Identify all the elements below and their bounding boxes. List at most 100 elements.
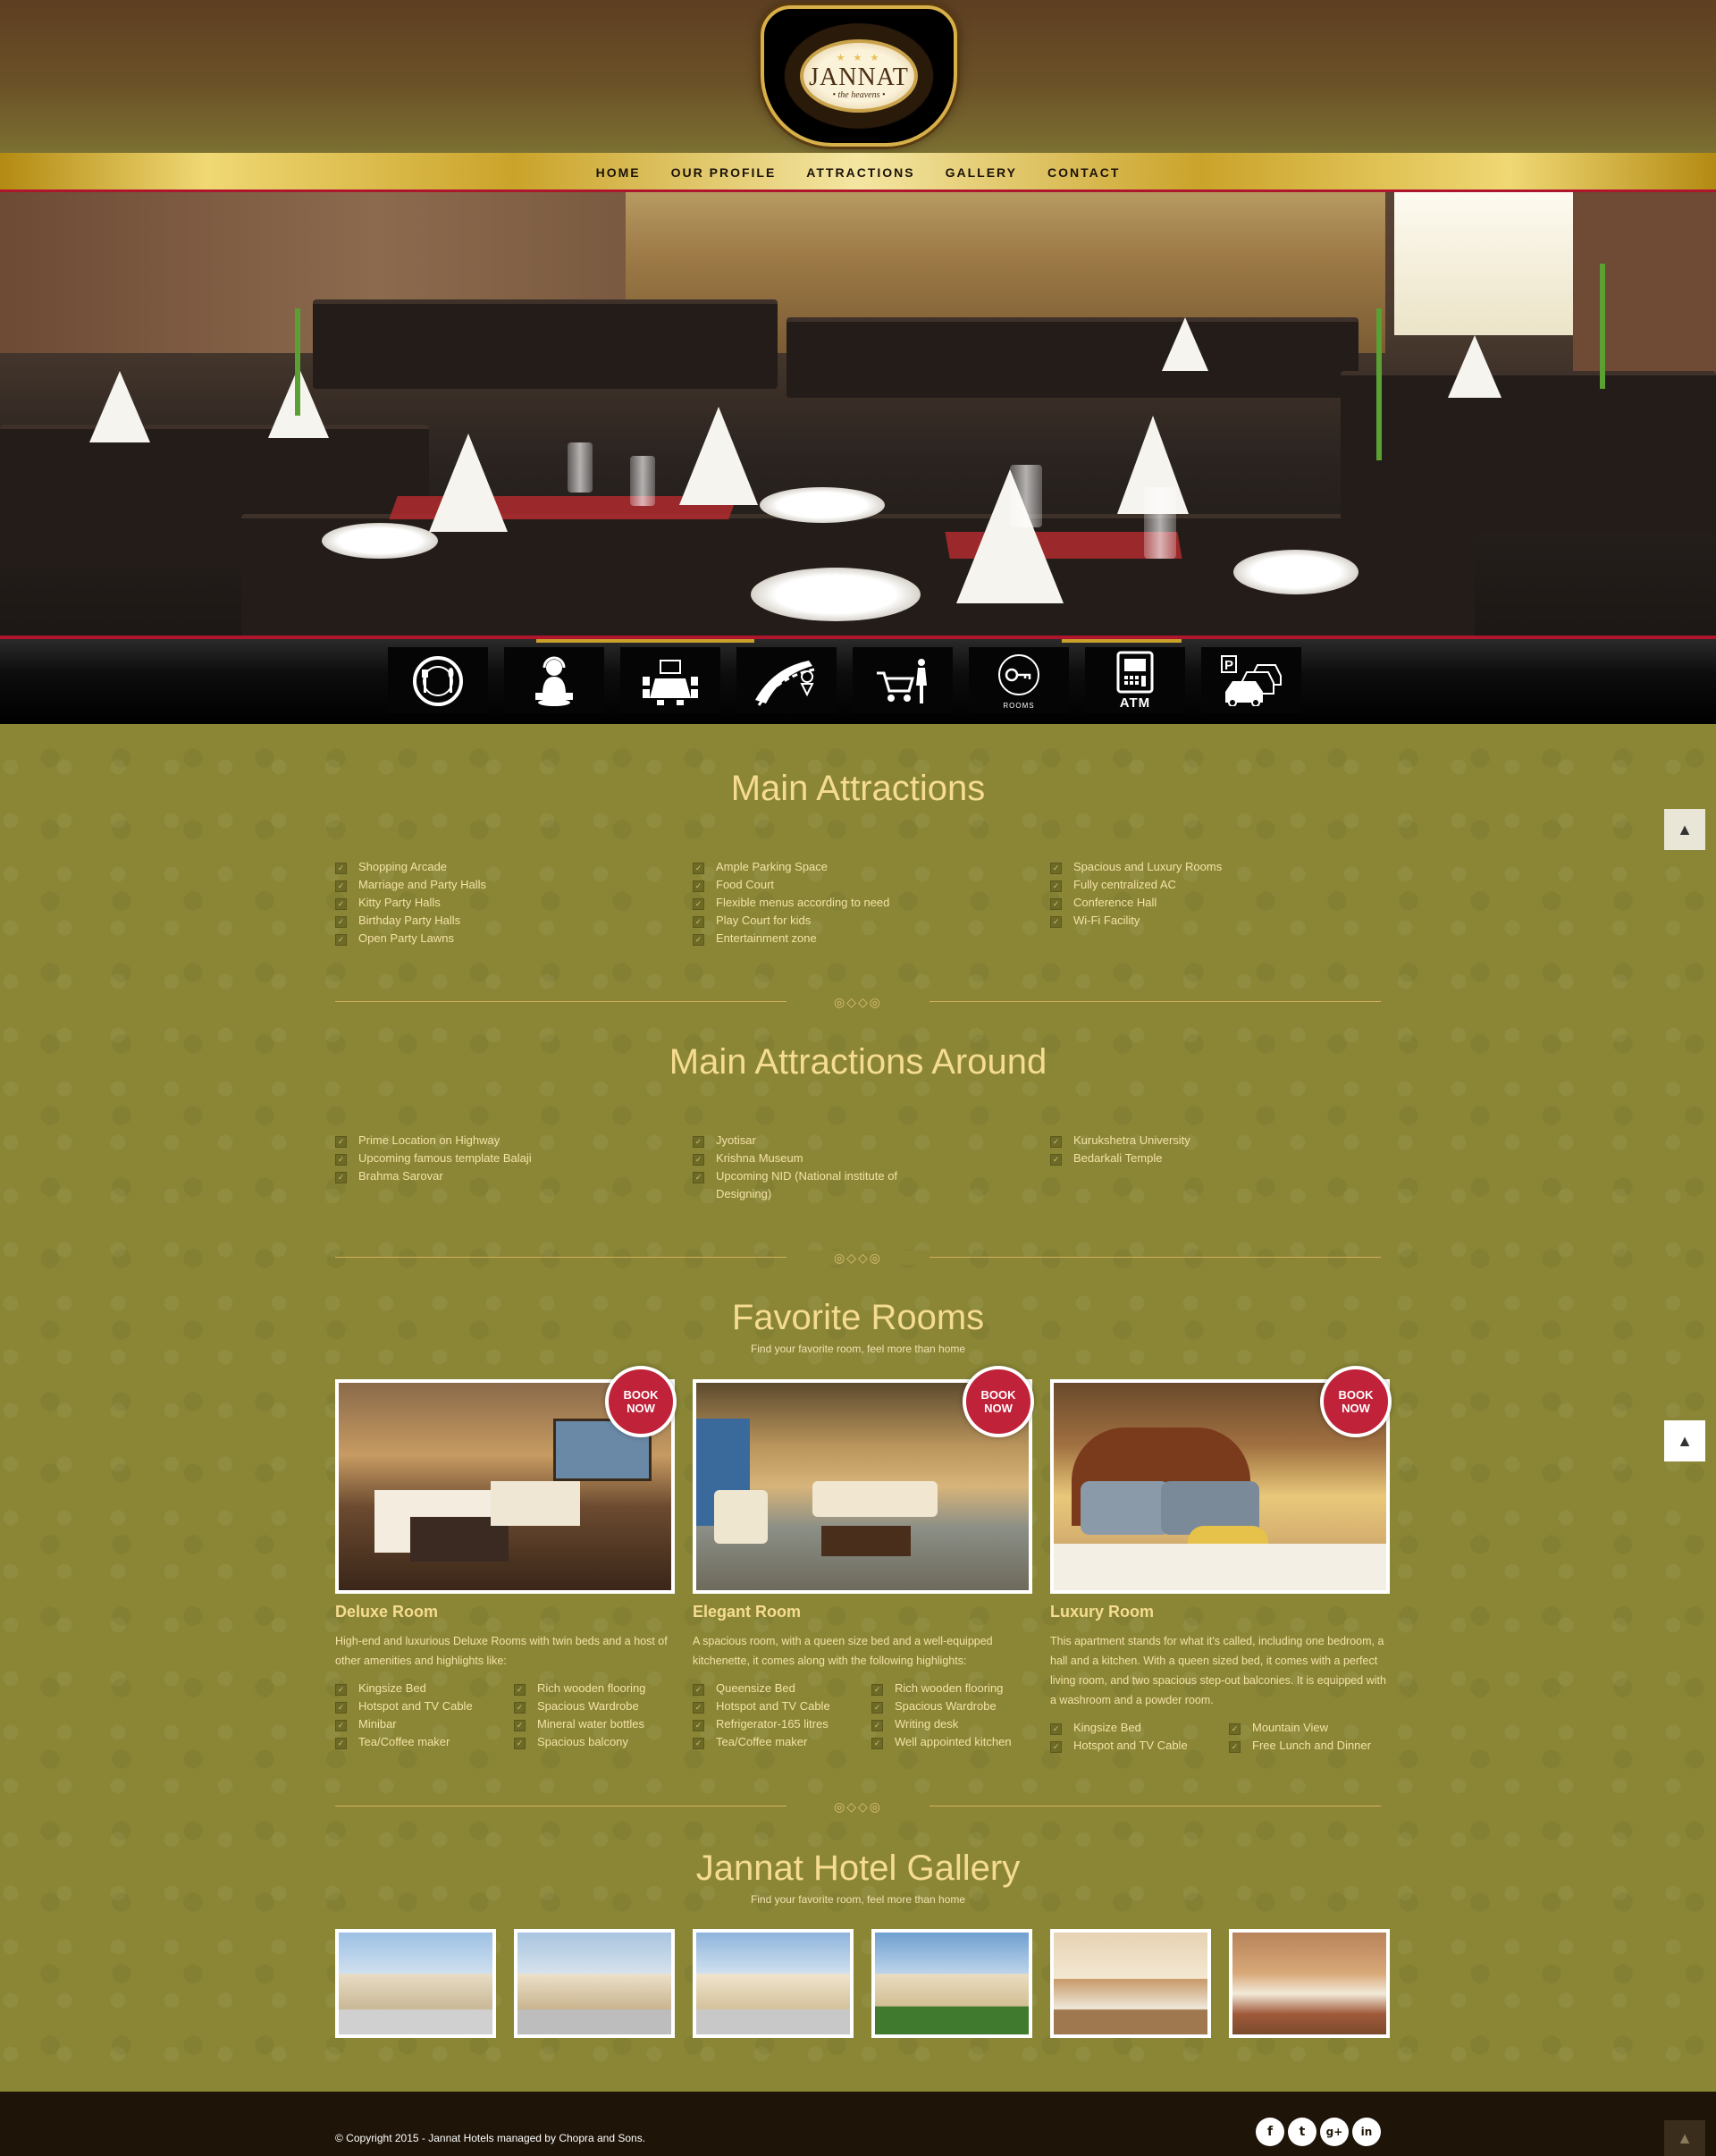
amenity-parking[interactable]: P [1201, 647, 1301, 713]
nav-bar: HOME OUR PROFILE ATTRACTIONS GALLERY CON… [0, 153, 1716, 192]
list-item: Spacious balcony [514, 1733, 675, 1751]
divider-ornament: ◎◇◇◎ [786, 1251, 930, 1265]
list-item: Kingsize Bed [1050, 1719, 1229, 1737]
book-label: BOOK [623, 1388, 659, 1402]
book-label: BOOK [1338, 1388, 1374, 1402]
coffee-table [821, 1526, 911, 1556]
hero-window [1394, 192, 1573, 335]
scroll-top-button[interactable]: ▲ [1664, 1420, 1705, 1461]
hero-glass [630, 456, 655, 506]
scroll-top-button[interactable]: ▲ [1664, 809, 1705, 850]
attractions-list-3: Spacious and Luxury Rooms Fully centrali… [1050, 858, 1372, 930]
footer [0, 2092, 1716, 2156]
gallery-thumb[interactable] [335, 1929, 496, 2038]
nav-gallery[interactable]: GALLERY [930, 165, 1032, 180]
list-item: Kurukshetra University [1050, 1132, 1372, 1150]
amenity-atm[interactable]: ATM [1085, 647, 1185, 713]
gallery-thumb[interactable] [1050, 1929, 1211, 2038]
rooms-key-icon [998, 653, 1039, 695]
around-list-2: Jyotisar Krishna Museum Upcoming NID (Na… [693, 1132, 916, 1203]
gallery-thumb[interactable] [514, 1929, 675, 2038]
list-item: Bedarkali Temple [1050, 1150, 1372, 1167]
list-item: Brahma Sarovar [335, 1167, 657, 1185]
sofa [812, 1481, 938, 1517]
bed [491, 1481, 580, 1526]
nav-attractions[interactable]: ATTRACTIONS [791, 165, 930, 180]
amenity-accent [1062, 639, 1182, 643]
list-item: Food Court [693, 876, 1014, 894]
book-now-button[interactable]: BOOK NOW [1320, 1366, 1392, 1437]
nav-contact[interactable]: CONTACT [1032, 165, 1135, 180]
google-plus-icon[interactable]: g+ [1320, 2118, 1349, 2146]
hero-napkin [1162, 317, 1208, 371]
list-item: Wi-Fi Facility [1050, 912, 1372, 930]
hero-image-restaurant [0, 192, 1716, 639]
amenity-rooms[interactable]: ROOMS [969, 647, 1069, 713]
hero-plant [295, 308, 300, 416]
section-divider: ◎◇◇◎ [335, 1251, 1381, 1265]
facebook-icon[interactable]: f [1256, 2118, 1284, 2146]
nav-home[interactable]: HOME [581, 165, 656, 180]
twitter-icon[interactable]: t [1288, 2118, 1316, 2146]
attractions-list-2: Ample Parking Space Food Court Flexible … [693, 858, 1014, 947]
list-item: Shopping Arcade [335, 858, 657, 876]
logo-tagline: • the heavens • [832, 90, 886, 100]
gallery-thumb[interactable] [871, 1929, 1032, 2038]
nav-our-profile[interactable]: OUR PROFILE [656, 165, 792, 180]
main-nav: HOME OUR PROFILE ATTRACTIONS GALLERY CON… [0, 153, 1716, 192]
svg-text:P: P [1224, 658, 1233, 673]
room-description: This apartment stands for what it's call… [1050, 1635, 1386, 1706]
hero-plate [322, 523, 438, 559]
gallery-thumb[interactable] [693, 1929, 854, 2038]
room-title: Elegant Room [693, 1603, 802, 1621]
hero-table [1341, 371, 1716, 532]
amenity-restaurant[interactable] [388, 647, 488, 713]
hero-glass [1010, 465, 1042, 527]
linkedin-icon[interactable]: in [1352, 2118, 1381, 2146]
restaurant-icon [413, 656, 463, 706]
scroll-top-button[interactable]: ▲ [1664, 2120, 1705, 2156]
list-item: Open Party Lawns [335, 930, 657, 947]
list-item: Marriage and Party Halls [335, 876, 657, 894]
divider-ornament: ◎◇◇◎ [786, 1799, 930, 1814]
gallery-thumb[interactable] [1229, 1929, 1390, 2038]
attractions-around-title: Main Attractions Around [669, 1042, 1047, 1082]
section-divider: ◎◇◇◎ [335, 995, 1381, 1009]
list-item: Queensize Bed [693, 1680, 871, 1697]
around-list-1: Prime Location on Highway Upcoming famou… [335, 1132, 657, 1185]
list-item: Writing desk [871, 1715, 1032, 1733]
list-item: Kitty Party Halls [335, 894, 657, 912]
bed-sheet [1054, 1544, 1386, 1590]
around-list-3: Kurukshetra University Bedarkali Temple [1050, 1132, 1372, 1167]
list-item: Kingsize Bed [335, 1680, 514, 1697]
list-item: Tea/Coffee maker [693, 1733, 871, 1751]
main-attractions-title: Main Attractions [730, 769, 986, 808]
book-label: NOW [1342, 1402, 1370, 1415]
list-item: Spacious Wardrobe [871, 1697, 1032, 1715]
list-item: Tea/Coffee maker [335, 1733, 514, 1751]
hotel-logo[interactable]: ★ ★ ★ JANNAT • the heavens • [761, 5, 957, 147]
amenity-highway[interactable] [736, 647, 837, 713]
book-now-button[interactable]: BOOK NOW [605, 1366, 677, 1437]
list-item: Conference Hall [1050, 894, 1372, 912]
amenity-dj[interactable] [504, 647, 604, 713]
amenity-conference[interactable] [620, 647, 720, 713]
amenity-shopping[interactable] [853, 647, 953, 713]
list-item: Hotspot and TV Cable [693, 1697, 871, 1715]
room-features-2: Rich wooden flooring Spacious Wardrobe M… [514, 1680, 675, 1751]
list-item: Rich wooden flooring [514, 1680, 675, 1697]
hero-napkin [89, 371, 150, 442]
section-divider: ◎◇◇◎ [335, 1799, 1381, 1814]
logo-stars: ★ ★ ★ [836, 53, 882, 63]
highway-location-icon [755, 661, 815, 706]
armchair [714, 1490, 768, 1544]
room-features-2: Rich wooden flooring Spacious Wardrobe W… [871, 1680, 1032, 1751]
list-item: Well appointed kitchen [871, 1733, 1032, 1751]
list-item: Free Lunch and Dinner [1229, 1737, 1390, 1755]
gallery-subtitle: Find your favorite room, feel more than … [750, 1893, 966, 1906]
book-now-button[interactable]: BOOK NOW [963, 1366, 1034, 1437]
list-item: Play Court for kids [693, 912, 1014, 930]
favorite-rooms-subtitle: Find your favorite room, feel more than … [750, 1343, 966, 1355]
list-item: Refrigerator-165 litres [693, 1715, 871, 1733]
list-item: Mineral water bottles [514, 1715, 675, 1733]
